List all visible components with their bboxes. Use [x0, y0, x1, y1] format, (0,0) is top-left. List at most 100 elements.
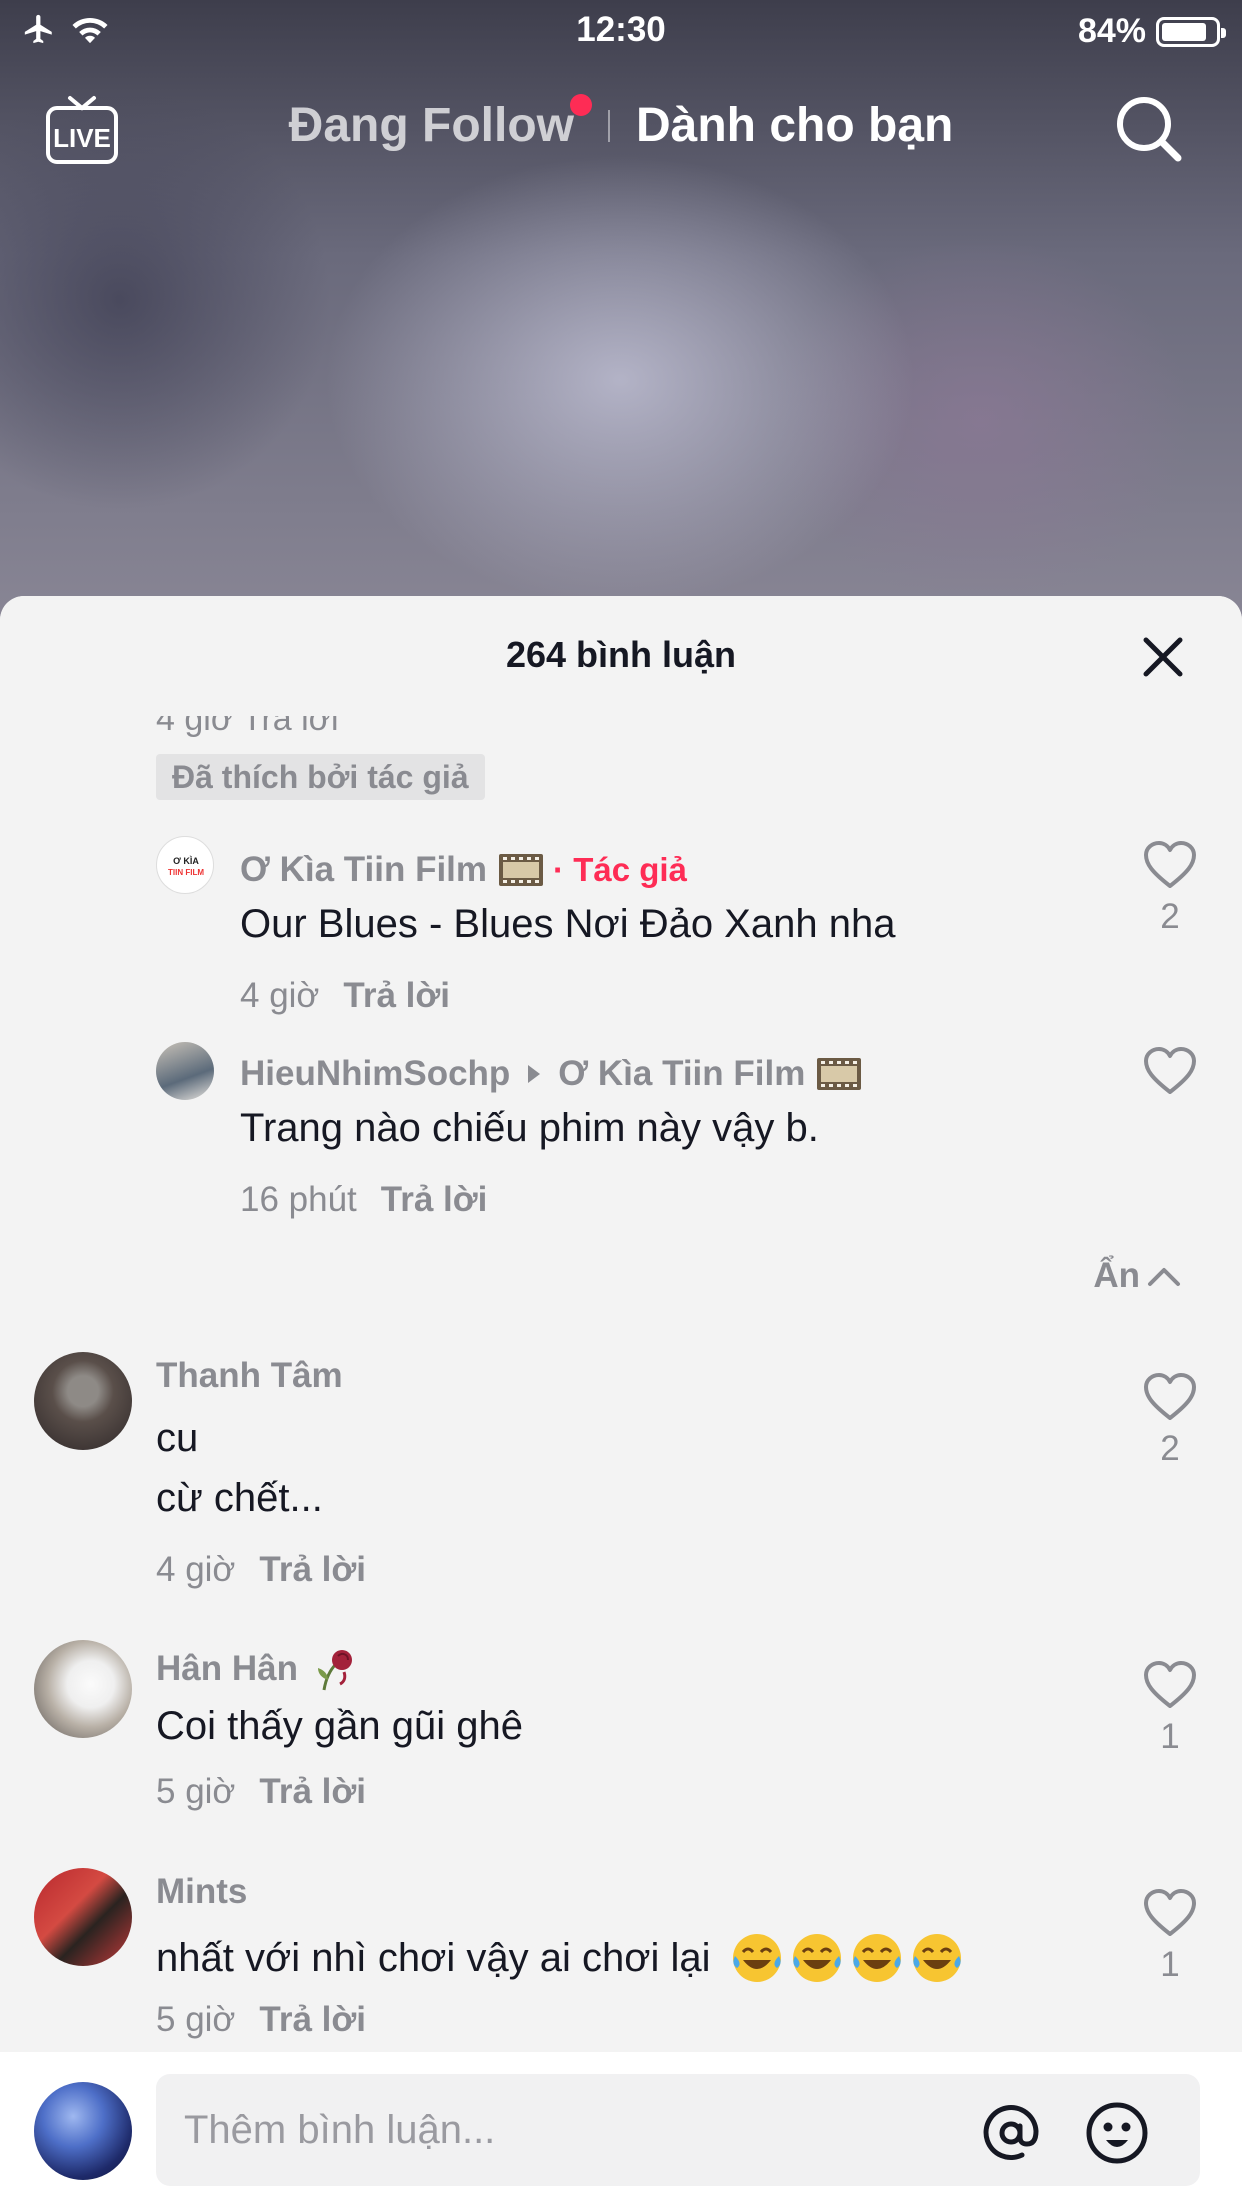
- heart-icon: [1144, 1373, 1196, 1420]
- comment-username[interactable]: Ơ Kìa Tiin Film · Tác giả: [240, 848, 687, 892]
- tab-following-label: Đang Follow: [288, 99, 574, 152]
- close-icon[interactable]: [1138, 632, 1188, 682]
- comment-text: Our Blues - Blues Nơi Đảo Xanh nha: [240, 902, 896, 946]
- tab-for-you-label: Dành cho bạn: [635, 99, 954, 152]
- notification-dot: [569, 94, 592, 116]
- comment-text-line-2: cừ chết...: [156, 1476, 323, 1520]
- comment-input[interactable]: Thêm bình luận...: [156, 2074, 1200, 2186]
- comment-text-line-1: cu: [156, 1416, 199, 1460]
- like-button[interactable]: 2: [1140, 840, 1200, 937]
- avatar[interactable]: Ơ KÌA TIIN FILM: [156, 836, 214, 894]
- battery-tip: [1221, 27, 1226, 38]
- avatar[interactable]: [34, 1868, 132, 1966]
- reply-button[interactable]: Trả lời: [259, 1550, 366, 1589]
- hide-replies-button[interactable]: Ẩn: [1093, 1256, 1182, 1296]
- comment-username[interactable]: Thanh Tâm: [156, 1356, 343, 1396]
- comments-sheet: 4 giờ Trả lời Đã thích bởi tác giả Ơ KÌA…: [0, 596, 1242, 2208]
- comment-text: Trang nào chiếu phim này vậy b.: [240, 1106, 819, 1150]
- chevron-up-icon: [1148, 1268, 1180, 1286]
- reply-to-username: Ơ Kìa Tiin Film: [558, 1054, 806, 1093]
- username-text: Mints: [156, 1872, 248, 1911]
- comment-username[interactable]: Mints: [156, 1872, 247, 1912]
- film-reel-emoji-icon: [499, 854, 544, 886]
- my-avatar: [34, 2082, 132, 2180]
- film-reel-emoji-icon: [817, 1058, 862, 1090]
- heart-icon: [1144, 1047, 1196, 1094]
- comment-item: Hân Hân Coi thấy gần gũi ghê 5 giờ Trả lờ…: [0, 1640, 1242, 1840]
- username-text: Hân Hân: [156, 1649, 298, 1688]
- tab-divider: [607, 109, 610, 142]
- comment-time: 5 giờ: [156, 2000, 236, 2039]
- author-tag: · Tác giả: [553, 851, 687, 888]
- channel-logo-icon: Ơ KÌA TIIN FILM: [168, 856, 204, 877]
- comment-time: 4 giờ: [156, 1550, 236, 1589]
- reply-item: Ơ KÌA TIIN FILM Ơ Kìa Tiin Film · Tác gi…: [0, 836, 1242, 1036]
- like-button[interactable]: 2: [1140, 1372, 1200, 1469]
- like-count: 1: [1160, 1945, 1180, 1984]
- svg-text:Ơ KÌA: Ơ KÌA: [173, 856, 199, 866]
- comment-meta: 4 giờ Trả lời: [156, 1550, 366, 1590]
- status-icons-right: 84%: [1077, 12, 1226, 51]
- comment-meta: 16 phút Trả lời: [240, 1180, 487, 1220]
- top-navigation: LIVE Đang Follow Dành cho bạn: [0, 88, 1242, 168]
- username-text: Thanh Tâm: [156, 1356, 343, 1395]
- comment-input-bar: Thêm bình luận...: [0, 2052, 1242, 2208]
- comment-time: 5 giờ: [156, 1772, 236, 1811]
- like-count: 1: [1160, 1717, 1180, 1756]
- like-button[interactable]: 1: [1140, 1888, 1200, 1985]
- like-count: 2: [1160, 897, 1180, 936]
- comment-text: Coi thấy gần gũi ghê: [156, 1704, 523, 1748]
- username-text: Ơ Kìa Tiin Film: [240, 850, 488, 889]
- like-count: 2: [1160, 1429, 1180, 1468]
- tears-of-joy-emoji-icon: [732, 1934, 781, 1982]
- avatar[interactable]: [156, 1042, 214, 1100]
- svg-text:TIIN FILM: TIIN FILM: [168, 868, 204, 877]
- avatar[interactable]: [34, 1640, 132, 1738]
- comment-item: Mints nhất với nhì chơi vậy ai chơi lại …: [0, 1868, 1242, 2068]
- wilted-rose-emoji-icon: [317, 1650, 352, 1691]
- status-bar: 12:30 84%: [0, 0, 1242, 62]
- reply-button[interactable]: Trả lời: [259, 1772, 366, 1811]
- comment-time: 16 phút: [240, 1180, 357, 1219]
- mention-icon[interactable]: [978, 2100, 1044, 2166]
- tears-of-joy-emoji-icon: [792, 1934, 841, 1982]
- tab-following[interactable]: Đang Follow: [288, 94, 592, 153]
- emoji-icon[interactable]: [1084, 2100, 1150, 2166]
- heart-icon: [1144, 1661, 1196, 1708]
- heart-icon: [1144, 841, 1196, 888]
- username-text: HieuNhimSochp: [240, 1054, 511, 1093]
- comment-meta: 5 giờ Trả lời: [156, 2000, 366, 2040]
- reply-button[interactable]: Trả lời: [259, 2000, 366, 2039]
- battery-percent: 84%: [1077, 12, 1146, 50]
- search-icon[interactable]: [1112, 92, 1184, 164]
- avatar[interactable]: [34, 1352, 132, 1450]
- comment-text: nhất với nhì chơi vậy ai chơi lại: [156, 1930, 965, 1986]
- reply-arrow-icon: [528, 1065, 541, 1083]
- comment-input-placeholder: Thêm bình luận...: [184, 2108, 496, 2152]
- sheet-header: 264 bình luận: [0, 596, 1242, 716]
- tab-for-you[interactable]: Dành cho bạn: [636, 98, 953, 153]
- battery-fill: [1162, 22, 1206, 41]
- tears-of-joy-emoji-icon: [912, 1934, 961, 1982]
- comment-username[interactable]: HieuNhimSochp Ơ Kìa Tiin Film: [240, 1052, 863, 1096]
- status-time: 12:30: [576, 10, 666, 49]
- hide-replies-label: Ẩn: [1093, 1256, 1140, 1295]
- comment-text-content: nhất với nhì chơi vậy ai chơi lại: [156, 1935, 711, 1980]
- comment-count-title: 264 bình luận: [505, 634, 737, 675]
- laughing-emojis: [725, 1930, 965, 1986]
- comment-item: Thanh Tâm cu cừ chết... 4 giờ Trả lời 2: [0, 1352, 1242, 1612]
- reply-button[interactable]: Trả lời: [381, 1180, 488, 1219]
- heart-icon: [1144, 1889, 1196, 1936]
- like-button[interactable]: 1: [1140, 1660, 1200, 1757]
- feed-tabs: Đang Follow Dành cho bạn: [0, 94, 1242, 153]
- reply-button[interactable]: Trả lời: [343, 976, 450, 1015]
- comments-list[interactable]: 4 giờ Trả lời Đã thích bởi tác giả Ơ KÌA…: [0, 596, 1242, 2046]
- reply-item: HieuNhimSochp Ơ Kìa Tiin Film Trang nào …: [0, 1042, 1242, 1222]
- tears-of-joy-emoji-icon: [852, 1934, 901, 1982]
- comment-username[interactable]: Hân Hân: [156, 1644, 360, 1694]
- battery-icon: [1156, 16, 1226, 47]
- like-button[interactable]: [1140, 1046, 1200, 1101]
- liked-by-author-badge: Đã thích bởi tác giả: [156, 754, 485, 800]
- comment-meta: 5 giờ Trả lời: [156, 1772, 366, 1812]
- comment-meta: 4 giờ Trả lời: [240, 976, 450, 1016]
